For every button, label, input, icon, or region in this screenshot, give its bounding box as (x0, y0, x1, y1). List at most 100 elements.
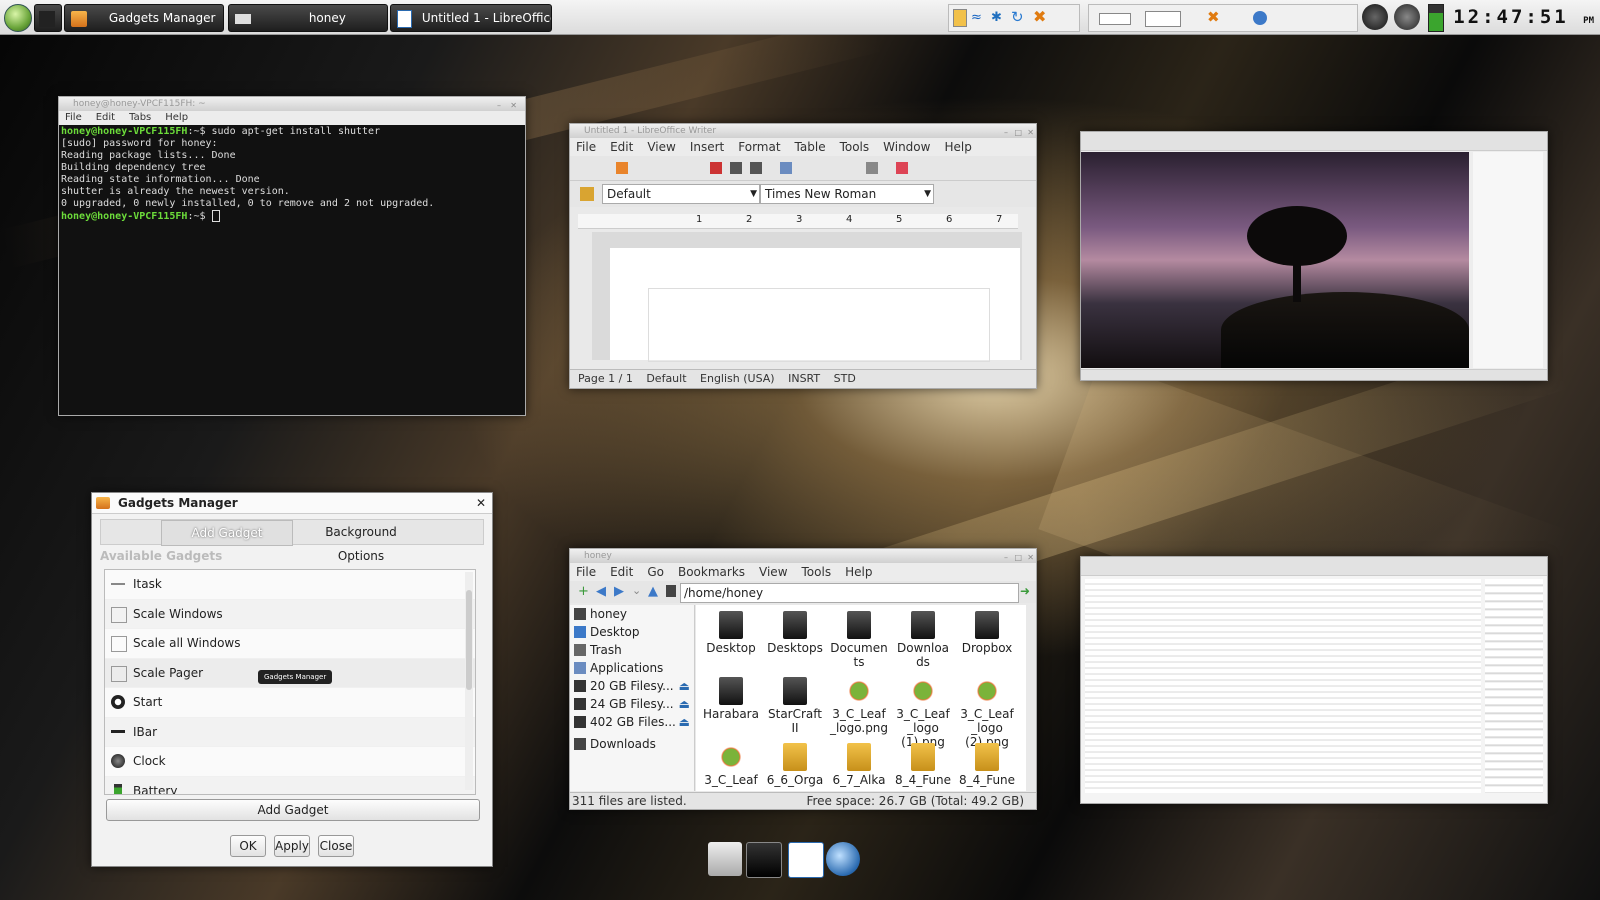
menu-tools[interactable]: Tools (802, 565, 832, 579)
list-item[interactable]: Clock (105, 747, 475, 777)
eject-icon[interactable]: ⏏ (679, 677, 690, 695)
scrollbar-thumb[interactable] (466, 590, 472, 690)
menu-help[interactable]: Help (944, 140, 971, 154)
pager-desktop-3[interactable]: ✖ (1207, 8, 1220, 26)
eject-icon[interactable]: ⏏ (679, 695, 690, 713)
history-icon[interactable]: ⌄ (632, 584, 641, 597)
eject-icon[interactable]: ⏏ (679, 713, 690, 731)
file-item[interactable]: 3_C_Leaf _logo (2).png (956, 677, 1018, 749)
files-grid[interactable]: Desktop Desktops Documen ts Downloa ds Dropb… (696, 605, 1026, 791)
close-icon[interactable]: ✕ (476, 493, 486, 513)
close-x-icon[interactable]: ✖ (1033, 7, 1046, 26)
maximize-icon[interactable]: □ (1014, 126, 1022, 140)
minimize-icon[interactable]: – (1004, 551, 1008, 565)
file-item[interactable]: 3_C_Leaf _logo.png (828, 677, 890, 735)
list-item[interactable]: Battery (105, 776, 475, 794)
document-page[interactable] (610, 248, 1020, 362)
styles-icon[interactable] (580, 187, 594, 201)
file-item[interactable]: Dropbox (956, 611, 1018, 655)
pdf-icon[interactable] (710, 162, 722, 174)
dock-writer-icon[interactable] (788, 842, 824, 878)
sidebar-item-downloads[interactable]: Downloads (570, 735, 694, 753)
landscape-photo[interactable] (1081, 152, 1469, 368)
spellcheck-icon[interactable] (780, 162, 792, 174)
file-item[interactable]: Harabara (700, 677, 762, 721)
list-item[interactable]: IBar (105, 717, 475, 747)
wifi-icon[interactable]: ≈ (971, 10, 982, 25)
volume-knob-icon[interactable] (1362, 4, 1388, 30)
menu-file[interactable]: File (576, 565, 596, 579)
pager-desktop-4[interactable] (1253, 11, 1267, 25)
tab-background-options[interactable]: Background Options (301, 520, 421, 563)
menu-table[interactable]: Table (795, 140, 826, 154)
ok-button[interactable]: OK (230, 835, 266, 857)
menu-go[interactable]: Go (647, 565, 664, 579)
task-writer[interactable]: Untitled 1 - LibreOffice ... (390, 4, 552, 32)
sidebar-item-trash[interactable]: Trash (570, 641, 694, 659)
menu-edit[interactable]: Edit (610, 565, 633, 579)
writer-window[interactable]: Untitled 1 - LibreOffice Writer – □ ✕ Fi… (569, 123, 1037, 389)
list-item[interactable]: Scale all Windows (105, 629, 475, 659)
paragraph-style-select[interactable]: Default ▼ (602, 184, 760, 204)
menu-window[interactable]: Window (883, 140, 930, 154)
sidebar-item-desktop[interactable]: Desktop (570, 623, 694, 641)
add-gadget-button[interactable]: Add Gadget (106, 799, 480, 821)
file-item[interactable]: Documen ts (828, 611, 890, 669)
user-list[interactable] (1485, 579, 1543, 793)
file-item[interactable]: Desktops (764, 611, 826, 655)
minimize-icon[interactable]: – (1004, 126, 1008, 140)
horizontal-ruler[interactable]: 1 2 3 4 5 6 7 (578, 214, 1018, 229)
list-item[interactable]: Start (105, 688, 475, 718)
file-item[interactable]: 6_6_Orga (764, 743, 826, 787)
home-icon[interactable] (666, 585, 676, 597)
task-show-desktop[interactable] (34, 4, 62, 32)
file-manager-window[interactable]: honey – □ ✕ File Edit Go Bookmarks View Tools… (569, 548, 1037, 810)
update-icon[interactable]: ↻ (1011, 8, 1024, 26)
menu-file[interactable]: File (65, 112, 82, 123)
list-scrollbar[interactable] (465, 572, 473, 790)
bluetooth-icon[interactable]: ✱ (991, 10, 1002, 25)
close-button[interactable]: Close (318, 835, 354, 857)
close-icon[interactable]: ✕ (510, 99, 517, 113)
menu-help[interactable]: Help (165, 112, 188, 123)
back-icon[interactable]: ◀ (596, 584, 606, 599)
minimize-icon[interactable]: – (497, 99, 501, 113)
forward-icon[interactable]: ▶ (614, 584, 624, 599)
sidebar-item-volume-2[interactable]: 24 GB Filesy... ⏏ (570, 695, 694, 713)
menu-tabs[interactable]: Tabs (129, 112, 151, 123)
task-terminal[interactable]: honey (228, 4, 388, 32)
clock[interactable]: 12:47:51 PM (1453, 2, 1594, 36)
clipboard-icon[interactable] (953, 9, 967, 27)
terminal-window[interactable]: honey@honey-VPCF115FH: ~ – ✕ File Edit Tab… (58, 96, 526, 416)
sidebar-item-volume-3[interactable]: 402 GB Files... ⏏ (570, 713, 694, 731)
go-icon[interactable]: ➜ (1020, 584, 1030, 598)
task-gadgets-manager[interactable]: Gadgets Manager (64, 4, 224, 32)
menu-view[interactable]: View (759, 565, 787, 579)
menu-edit[interactable]: Edit (610, 140, 633, 154)
dock-browser-icon[interactable] (826, 842, 860, 876)
gadgets-manager-dialog[interactable]: Gadgets Manager ✕ Add Gadget Background … (91, 492, 493, 867)
file-item[interactable]: Desktop (700, 611, 762, 655)
close-icon[interactable]: ✕ (1027, 551, 1034, 565)
sidebar-item-honey[interactable]: honey (570, 605, 694, 623)
file-item[interactable]: 6_7_Alka (828, 743, 890, 787)
file-item[interactable]: 8_4_Fune (956, 743, 1018, 787)
dock-files-icon[interactable] (708, 842, 742, 876)
sidebar-item-volume-1[interactable]: 20 GB Filesy... ⏏ (570, 677, 694, 695)
maximize-icon[interactable]: □ (1014, 551, 1022, 565)
print-icon[interactable] (730, 162, 742, 174)
menu-insert[interactable]: Insert (690, 140, 724, 154)
menu-help[interactable]: Help (845, 565, 872, 579)
pager[interactable]: ✖ (1088, 4, 1358, 32)
pager-desktop-1[interactable] (1099, 13, 1131, 25)
menu-edit[interactable]: Edit (96, 112, 115, 123)
file-item[interactable]: Downloa ds (892, 611, 954, 669)
list-item[interactable]: Scale Windows (105, 599, 475, 629)
up-icon[interactable]: ▲ (648, 584, 658, 599)
list-item[interactable]: Itask (105, 570, 475, 600)
pager-desktop-2[interactable] (1145, 11, 1181, 27)
file-item[interactable]: 3_C_Leaf _logo (1).png (892, 677, 954, 749)
menu-bookmarks[interactable]: Bookmarks (678, 565, 745, 579)
close-icon[interactable]: ✕ (1027, 126, 1034, 140)
chat-log[interactable] (1085, 579, 1481, 793)
